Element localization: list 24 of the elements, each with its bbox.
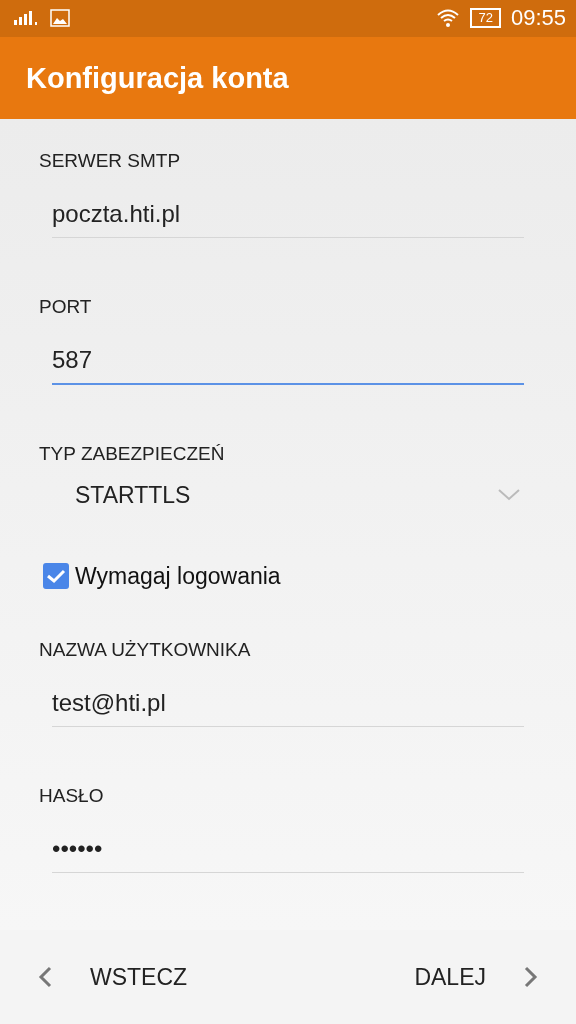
chevron-right-icon	[524, 966, 538, 989]
image-icon	[50, 9, 70, 28]
field-label: NAZWA UŻYTKOWNIKA	[39, 638, 252, 663]
field-label: PORT	[39, 295, 93, 320]
field-label: TYP ZABEZPIECZEŃ	[39, 442, 226, 467]
back-button[interactable]: WSTECZ	[38, 963, 188, 991]
input-field[interactable]: 587	[52, 340, 524, 386]
chevron-down-icon	[498, 489, 520, 502]
check-icon	[46, 568, 66, 585]
battery-indicator: 72	[470, 8, 501, 29]
next-button[interactable]: DALEJ	[414, 963, 538, 991]
clock: 09:55	[510, 5, 566, 32]
signal-icon	[14, 11, 40, 26]
input-field[interactable]: poczta.hti.pl	[52, 194, 524, 239]
input-field[interactable]: ••••••	[52, 829, 524, 874]
checkbox[interactable]	[43, 563, 69, 590]
wifi-icon	[436, 8, 461, 29]
chevron-left-icon	[38, 966, 52, 989]
security-dropdown[interactable]: STARTTLS	[75, 475, 524, 516]
field-label: SERWER SMTP	[39, 149, 182, 174]
checkbox-label[interactable]: Wymagaj logowania	[75, 562, 281, 590]
field-label: HASŁO	[39, 784, 105, 809]
app-title: Konfiguracja konta	[26, 61, 289, 95]
input-field[interactable]: test@hti.pl	[52, 683, 524, 728]
